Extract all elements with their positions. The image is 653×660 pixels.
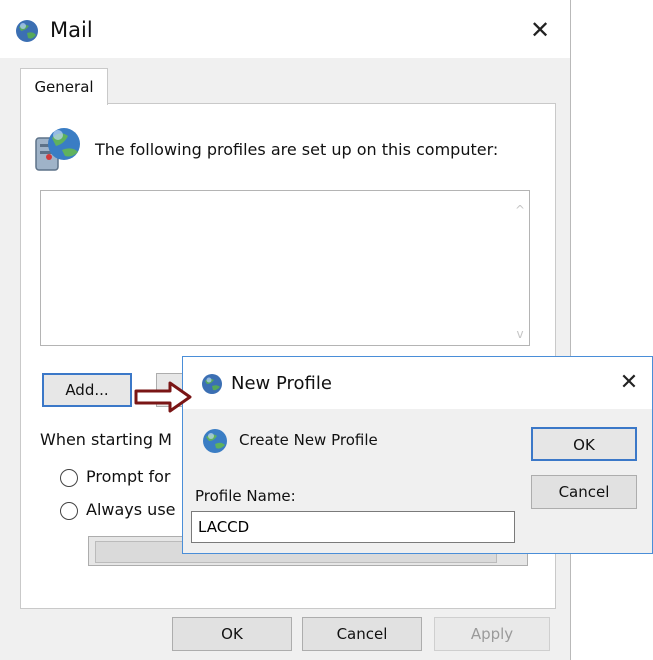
profile-list-scrollbar[interactable]: ^ v xyxy=(511,191,529,345)
when-starting-label: When starting M xyxy=(40,430,172,449)
create-profile-globe-icon xyxy=(203,429,227,453)
scroll-down-icon[interactable]: v xyxy=(515,328,525,340)
prompt-radio[interactable] xyxy=(60,469,78,487)
create-new-profile-label: Create New Profile xyxy=(239,431,378,449)
mail-dialog: Mail ✕ General The following profiles ar… xyxy=(0,0,571,660)
mail-globe-icon xyxy=(16,20,38,42)
always-use-radio-label[interactable]: Always use xyxy=(86,500,176,519)
apply-button: Apply xyxy=(434,617,550,651)
add-button[interactable]: Add... xyxy=(42,373,132,407)
mail-dialog-title: Mail xyxy=(50,18,93,42)
ok-button[interactable]: OK xyxy=(172,617,292,651)
profiles-server-icon xyxy=(35,128,80,171)
tab-general[interactable]: General xyxy=(20,68,108,105)
mail-titlebar: Mail ✕ xyxy=(0,0,570,58)
new-profile-cancel-button[interactable]: Cancel xyxy=(531,475,637,509)
new-profile-dialog: New Profile ✕ Create New Profile OK Canc… xyxy=(182,356,653,554)
profile-list[interactable]: ^ v xyxy=(40,190,530,346)
profile-name-label: Profile Name: xyxy=(195,487,296,505)
close-icon[interactable]: ✕ xyxy=(526,16,554,44)
pointer-arrow-icon xyxy=(134,381,192,413)
close-icon[interactable]: ✕ xyxy=(616,370,642,396)
profile-name-input[interactable] xyxy=(191,511,515,543)
new-profile-title: New Profile xyxy=(231,373,332,394)
scroll-up-icon[interactable]: ^ xyxy=(515,204,525,216)
prompt-radio-label[interactable]: Prompt for xyxy=(86,467,170,486)
profiles-heading: The following profiles are set up on thi… xyxy=(95,140,499,159)
always-use-radio[interactable] xyxy=(60,502,78,520)
cancel-button[interactable]: Cancel xyxy=(302,617,422,651)
new-profile-titlebar: New Profile ✕ xyxy=(183,357,652,409)
globe-icon xyxy=(202,374,222,394)
new-profile-ok-button[interactable]: OK xyxy=(531,427,637,461)
